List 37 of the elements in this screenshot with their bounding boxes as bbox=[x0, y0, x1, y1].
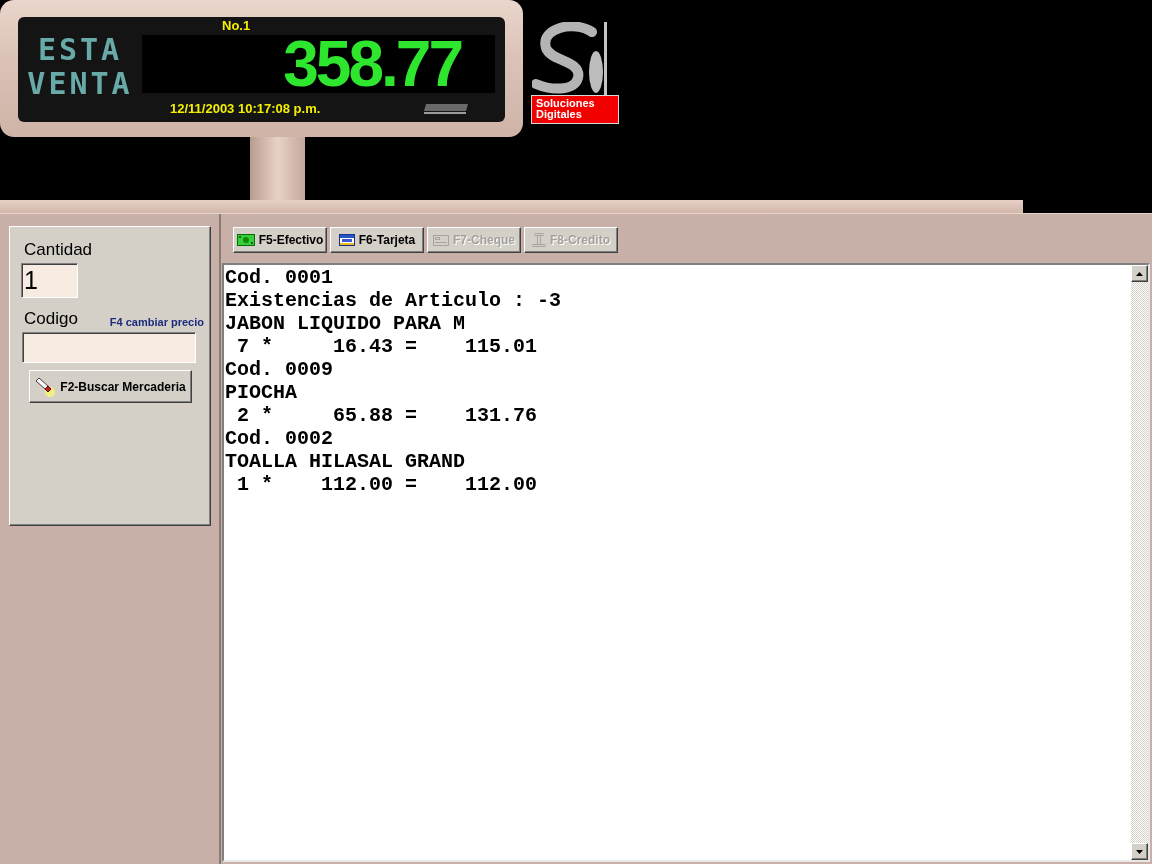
scroll-down-button[interactable] bbox=[1131, 843, 1148, 860]
receipt-line: Existencias de Articulo : -3 bbox=[225, 289, 562, 312]
date-time: 12/11/2003 10:17:08 p.m. bbox=[170, 101, 321, 116]
swoosh-logo-icon bbox=[532, 22, 610, 95]
price-hint-text: F4 cambiar precio bbox=[109, 315, 204, 329]
receipt-line: 1 * 112.00 = 112.00 bbox=[236, 473, 538, 496]
display-label: VENTA bbox=[27, 69, 133, 99]
receipt-line: Cod. 0002 bbox=[225, 427, 334, 450]
search-button[interactable]: F2-Buscar Mercaderia bbox=[29, 370, 192, 403]
quantity-field[interactable]: 1 bbox=[21, 263, 78, 298]
display-label: ESTA bbox=[37, 35, 123, 65]
display-stem bbox=[250, 137, 305, 200]
payment-button[interactable]: F6-Tarjeta bbox=[330, 227, 424, 253]
cheque-icon bbox=[433, 234, 449, 246]
down-arrow-icon bbox=[1136, 849, 1143, 854]
payment-button[interactable]: F5-Efectivo bbox=[233, 227, 327, 253]
total-amount: 358.77 bbox=[283, 35, 461, 93]
card-icon bbox=[338, 234, 355, 246]
vertical-scrollbar[interactable] bbox=[1131, 265, 1148, 860]
code-field[interactable] bbox=[22, 332, 196, 363]
receipt-line: Cod. 0009 bbox=[225, 358, 334, 381]
register-label: No.1 bbox=[222, 18, 251, 33]
receipt-line: Cod. 0001 bbox=[225, 266, 334, 289]
scroll-up-button[interactable] bbox=[1131, 265, 1148, 282]
flashlight-icon bbox=[35, 376, 58, 397]
banknote-icon bbox=[236, 234, 255, 246]
receipt-line: 7 * 16.43 = 115.01 bbox=[236, 335, 538, 358]
brand-logo-icon bbox=[423, 103, 469, 114]
receipt-line: TOALLA HILASAL GRAND bbox=[225, 450, 466, 473]
receipt-line: PIOCHA bbox=[225, 381, 297, 404]
receipt-line: 2 * 65.88 = 131.76 bbox=[236, 404, 538, 427]
quantity-label: Cantidad bbox=[24, 240, 93, 260]
brand-caption: Soluciones Digitales bbox=[531, 95, 619, 124]
code-label: Codigo bbox=[24, 309, 78, 329]
up-arrow-icon bbox=[1136, 271, 1143, 276]
receipt-line: JABON LIQUIDO PARA M bbox=[225, 312, 466, 335]
pillar-icon bbox=[532, 233, 546, 247]
